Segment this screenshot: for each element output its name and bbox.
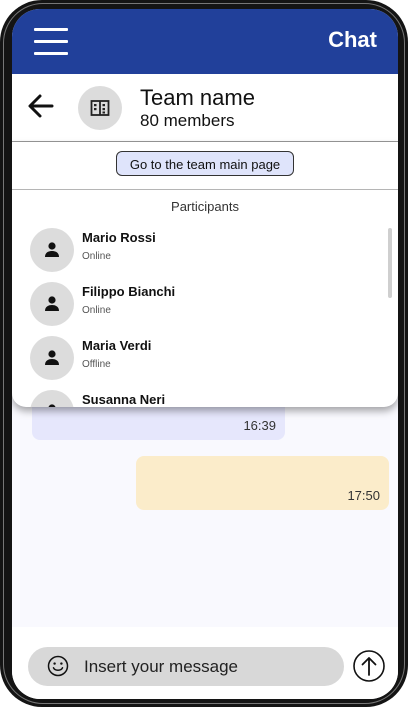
person-icon <box>48 404 56 407</box>
avatar <box>30 282 74 326</box>
divider <box>12 189 398 190</box>
menu-icon[interactable] <box>34 27 68 57</box>
participant-status: Online <box>82 251 111 262</box>
participant-item[interactable]: Susanna Neri <box>30 390 370 407</box>
avatar <box>30 336 74 380</box>
building-icon <box>90 100 110 116</box>
team-name: Team name <box>140 85 255 110</box>
participant-item[interactable]: Filippo Bianchi Online <box>30 282 370 328</box>
message-time: 17:50 <box>347 488 380 503</box>
app-screen: Chat Team name 80 members 16:39 17:50 Go… <box>12 9 398 699</box>
phone-frame: Chat Team name 80 members 16:39 17:50 Go… <box>0 0 408 707</box>
go-to-team-page-button[interactable]: Go to the team main page <box>116 151 294 176</box>
message-input-container <box>28 647 344 686</box>
message-composer <box>12 627 398 699</box>
avatar <box>30 390 74 407</box>
outgoing-message-bubble[interactable]: 17:50 <box>136 456 389 510</box>
message-input[interactable] <box>84 647 334 686</box>
participants-list[interactable]: Mario Rossi Online Filippo Bianchi Onlin… <box>12 226 398 407</box>
participant-status: Online <box>82 305 111 316</box>
participants-scrollbar[interactable] <box>388 228 392 298</box>
team-member-count: 80 members <box>140 111 235 130</box>
app-title: Chat <box>328 27 377 52</box>
team-avatar[interactable] <box>78 86 122 130</box>
person-icon <box>45 242 59 257</box>
message-time: 16:39 <box>243 418 276 433</box>
participants-title: Participants <box>171 199 239 214</box>
person-icon <box>45 350 59 365</box>
participant-status: Offline <box>82 359 111 370</box>
person-icon <box>45 296 59 311</box>
participant-item[interactable]: Mario Rossi Online <box>30 228 370 274</box>
avatar <box>30 228 74 272</box>
top-app-bar: Chat <box>12 9 398 74</box>
participant-name: Filippo Bianchi <box>82 284 176 299</box>
participant-name: Mario Rossi <box>82 230 156 245</box>
participant-name: Maria Verdi <box>82 338 152 353</box>
back-arrow-icon[interactable] <box>26 91 56 121</box>
participant-name: Susanna Neri <box>82 392 166 407</box>
team-header: Team name 80 members <box>12 74 398 142</box>
participant-item[interactable]: Maria Verdi Offline <box>30 336 370 382</box>
emoji-icon[interactable] <box>47 655 69 677</box>
participants-panel: Go to the team main page Participants Ma… <box>12 142 398 407</box>
send-arrow-up-icon[interactable] <box>352 649 386 683</box>
